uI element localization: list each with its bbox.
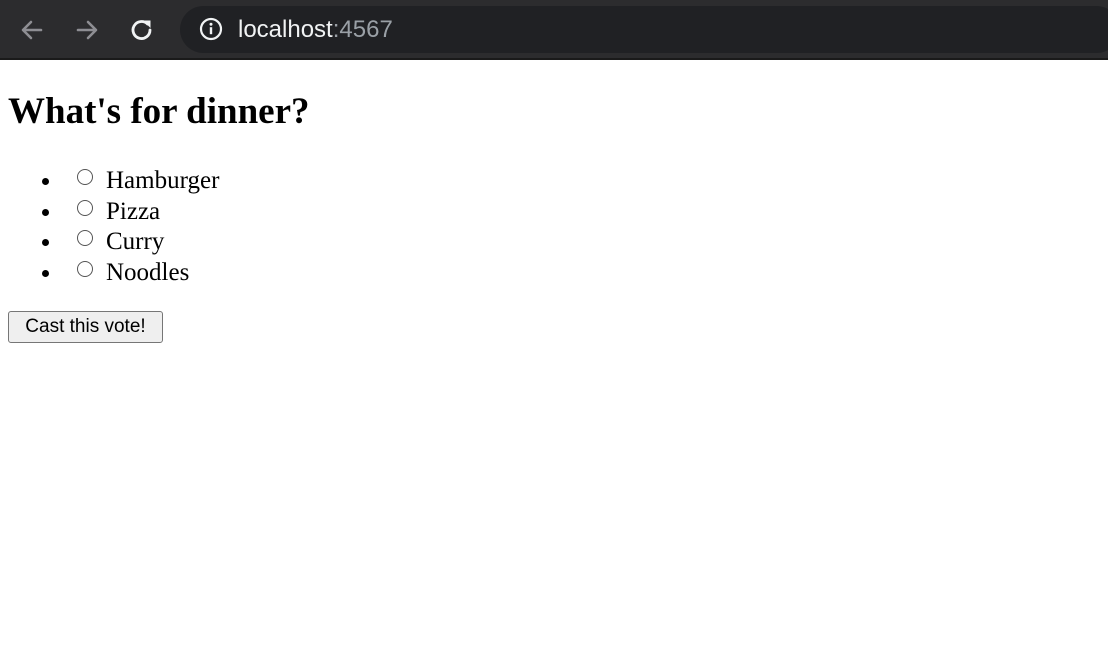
url-host: localhost [238, 16, 333, 43]
bullet [42, 208, 49, 216]
url-port: :4567 [332, 16, 393, 43]
arrow-right-icon [76, 20, 98, 40]
url-text[interactable]: localhost:4567 [238, 6, 393, 53]
page-title: What's for dinner? [8, 91, 310, 132]
option-label-pizza[interactable]: Pizza [106, 197, 160, 227]
radio-noodles[interactable] [77, 260, 93, 277]
radio-hamburger[interactable] [77, 169, 93, 185]
address-bar[interactable]: localhost:4567 [180, 6, 1108, 53]
bullet [42, 239, 49, 246]
radio-pizza[interactable] [77, 199, 93, 216]
option-label-noodles[interactable]: Noodles [106, 258, 189, 288]
bullet [42, 178, 49, 185]
cast-vote-button[interactable]: Cast this vote! [8, 311, 163, 343]
bullet [42, 269, 49, 277]
info-icon[interactable] [199, 17, 223, 41]
browser-toolbar: localhost:4567 [0, 0, 1108, 60]
option-label-curry[interactable]: Curry [106, 227, 164, 257]
forward-button[interactable] [70, 13, 104, 47]
radio-curry[interactable] [77, 230, 93, 246]
arrow-left-icon [21, 20, 43, 40]
reload-button[interactable] [125, 13, 159, 47]
option-label-hamburger[interactable]: Hamburger [106, 166, 219, 196]
reload-icon [131, 20, 152, 40]
back-button[interactable] [15, 13, 49, 47]
